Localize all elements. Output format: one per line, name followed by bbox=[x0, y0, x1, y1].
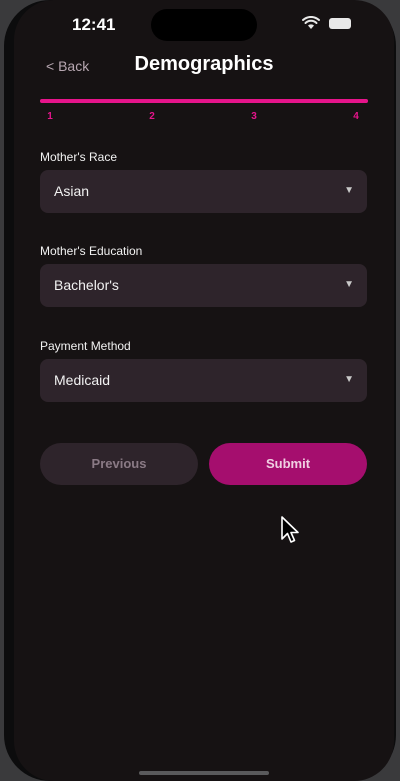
step-progress-fill bbox=[40, 99, 368, 103]
payment-method-value: Medicaid bbox=[54, 372, 111, 388]
chevron-down-icon: ▼ bbox=[344, 374, 354, 385]
step-label-4: 4 bbox=[353, 111, 359, 122]
chevron-down-icon: ▼ bbox=[344, 185, 354, 196]
previous-button[interactable]: Previous bbox=[40, 443, 198, 485]
status-bar: 12:41 bbox=[14, 0, 394, 46]
mothers-race-select[interactable]: Asian ▼ bbox=[40, 170, 367, 213]
mothers-education-select[interactable]: Bachelor's ▼ bbox=[40, 264, 367, 307]
dynamic-island bbox=[151, 9, 257, 41]
chevron-down-icon: ▼ bbox=[344, 279, 354, 290]
mouse-cursor-icon bbox=[281, 516, 299, 543]
battery-icon bbox=[329, 18, 351, 29]
wifi-icon bbox=[302, 16, 320, 29]
device: 12:41 Demographics < Back 1 2 3 4 Mother… bbox=[0, 0, 400, 781]
step-label-2: 2 bbox=[149, 111, 155, 122]
payment-method-label: Payment Method bbox=[40, 339, 131, 353]
app-screen: 12:41 Demographics < Back 1 2 3 4 Mother… bbox=[14, 0, 394, 781]
submit-button[interactable]: Submit bbox=[209, 443, 367, 485]
mothers-race-value: Asian bbox=[54, 183, 90, 199]
payment-method-select[interactable]: Medicaid ▼ bbox=[40, 359, 367, 402]
step-label-1: 1 bbox=[47, 111, 53, 122]
home-indicator bbox=[139, 771, 269, 775]
status-time: 12:41 bbox=[72, 15, 116, 34]
step-progress-bar bbox=[40, 99, 368, 103]
mothers-race-label: Mother's Race bbox=[40, 150, 117, 164]
mothers-education-label: Mother's Education bbox=[40, 244, 143, 258]
back-button[interactable]: < Back bbox=[46, 58, 89, 74]
step-label-3: 3 bbox=[251, 111, 257, 122]
nav-bar: Demographics < Back bbox=[14, 48, 394, 84]
phone-frame: 12:41 Demographics < Back 1 2 3 4 Mother… bbox=[4, 0, 396, 781]
mothers-education-value: Bachelor's bbox=[54, 277, 119, 293]
